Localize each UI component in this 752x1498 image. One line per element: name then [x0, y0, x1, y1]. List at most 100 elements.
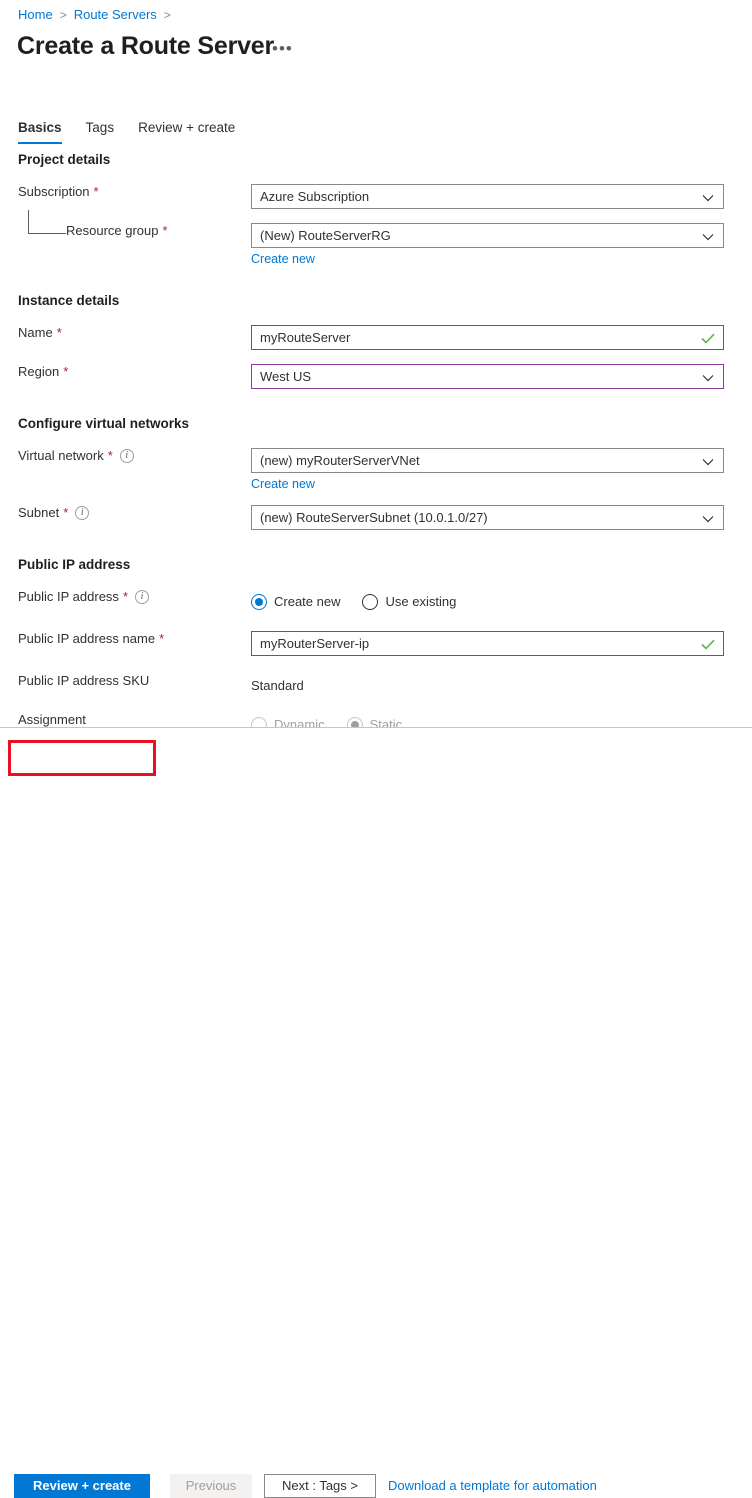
tab-tags[interactable]: Tags	[86, 120, 115, 144]
breadcrumb-item-home[interactable]: Home	[18, 7, 53, 23]
radio-dot	[251, 593, 267, 610]
required-marker: *	[122, 589, 128, 604]
virtual-network-create-new-link[interactable]: Create new	[251, 477, 315, 491]
public-ip-address-control: Create new Use existing	[251, 589, 724, 614]
tab-basics[interactable]: Basics	[18, 120, 62, 144]
name-value: myRouteServer	[260, 330, 351, 345]
required-marker: *	[93, 184, 99, 199]
page-title: Create a Route Server	[17, 32, 275, 60]
field-row-resource-group: Resource group * (New) RouteServerRG Cre…	[0, 210, 752, 266]
required-marker: *	[63, 364, 69, 379]
name-label: Name *	[0, 325, 251, 341]
more-options-icon[interactable]: •••	[272, 40, 293, 57]
public-ip-sku-control: Standard	[251, 673, 724, 698]
virtual-network-control: (new) myRouterServerVNet Create new	[251, 448, 724, 491]
resource-group-value: (New) RouteServerRG	[260, 228, 391, 243]
chevron-down-icon	[702, 365, 714, 388]
field-row-subscription: Subscription * Azure Subscription	[0, 184, 752, 209]
resource-group-dropdown[interactable]: (New) RouteServerRG	[251, 223, 724, 248]
subnet-label-text: Subnet	[18, 505, 60, 520]
public-ip-name-input[interactable]: myRouterServer-ip	[251, 631, 724, 656]
subnet-label: Subnet * i	[0, 505, 251, 521]
public-ip-name-control: myRouterServer-ip	[251, 631, 724, 656]
public-ip-name-value: myRouterServer-ip	[260, 636, 370, 651]
radio-create-new[interactable]: Create new	[251, 593, 340, 610]
subscription-control: Azure Subscription	[251, 184, 724, 209]
public-ip-address-label-text: Public IP address	[18, 589, 119, 604]
subnet-control: (new) RouteServerSubnet (10.0.1.0/27)	[251, 505, 724, 530]
breadcrumb-item-route-servers[interactable]: Route Servers	[74, 7, 157, 23]
tree-connector	[28, 210, 66, 234]
breadcrumb-separator-2: >	[163, 8, 171, 22]
virtual-network-label: Virtual network * i	[0, 448, 251, 464]
chevron-down-icon	[702, 224, 714, 247]
create-route-server-form: Project details Subscription * Azure Sub…	[0, 152, 752, 737]
public-ip-name-label: Public IP address name *	[0, 631, 251, 647]
region-value: West US	[260, 369, 312, 384]
review-create-button[interactable]: Review + create	[14, 1474, 150, 1498]
public-ip-address-label: Public IP address * i	[0, 589, 251, 605]
required-marker: *	[159, 631, 165, 646]
required-marker: *	[162, 223, 168, 238]
subnet-dropdown[interactable]: (new) RouteServerSubnet (10.0.1.0/27)	[251, 505, 724, 530]
section-heading-public-ip-address: Public IP address	[18, 557, 131, 572]
download-template-link[interactable]: Download a template for automation	[388, 1474, 597, 1498]
virtual-network-value: (new) myRouterServerVNet	[260, 453, 420, 468]
required-marker: *	[107, 448, 113, 463]
breadcrumb: Home > Route Servers >	[18, 7, 178, 23]
field-row-region: Region * West US	[0, 364, 752, 389]
subscription-dropdown[interactable]: Azure Subscription	[251, 184, 724, 209]
public-ip-sku-label-text: Public IP address SKU	[18, 673, 150, 688]
assignment-label-text: Assignment	[18, 712, 86, 727]
region-label-text: Region	[18, 364, 60, 379]
assignment-label: Assignment	[0, 712, 251, 728]
check-icon	[701, 326, 715, 349]
name-label-text: Name	[18, 325, 53, 340]
resource-group-label: Resource group *	[0, 210, 251, 239]
name-input[interactable]: myRouteServer	[251, 325, 724, 350]
resource-group-label-text: Resource group	[66, 223, 159, 238]
check-icon	[701, 632, 715, 655]
public-ip-name-label-text: Public IP address name	[18, 631, 156, 646]
subscription-label-text: Subscription	[18, 184, 90, 199]
resource-group-control: (New) RouteServerRG Create new	[251, 223, 724, 266]
section-heading-project-details: Project details	[18, 152, 111, 167]
field-row-virtual-network: Virtual network * i (new) myRouterServer…	[0, 448, 752, 491]
field-row-subnet: Subnet * i (new) RouteServerSubnet (10.0…	[0, 505, 752, 530]
section-heading-instance-details: Instance details	[18, 293, 120, 308]
virtual-network-label-text: Virtual network	[18, 448, 104, 463]
public-ip-sku-value: Standard	[251, 678, 304, 693]
chevron-down-icon	[702, 449, 714, 472]
required-marker: *	[63, 505, 69, 520]
region-dropdown[interactable]: West US	[251, 364, 724, 389]
wizard-footer: Review + create Previous Next : Tags > D…	[0, 728, 752, 1498]
previous-button: Previous	[170, 1474, 252, 1498]
virtual-network-dropdown[interactable]: (new) myRouterServerVNet	[251, 448, 724, 473]
breadcrumb-separator: >	[59, 8, 67, 22]
field-row-name: Name * myRouteServer	[0, 325, 752, 350]
chevron-down-icon	[702, 185, 714, 208]
region-label: Region *	[0, 364, 251, 380]
info-icon[interactable]: i	[135, 590, 149, 604]
field-row-public-ip-sku: Public IP address SKU Standard	[0, 673, 752, 698]
public-ip-address-radio-group: Create new Use existing	[251, 589, 724, 614]
subscription-value: Azure Subscription	[260, 189, 370, 204]
tab-review-create[interactable]: Review + create	[138, 120, 235, 144]
chevron-down-icon	[702, 506, 714, 529]
field-row-public-ip-address: Public IP address * i Create new Use exi…	[0, 589, 752, 614]
public-ip-sku-label: Public IP address SKU	[0, 673, 251, 689]
radio-use-existing[interactable]: Use existing	[362, 593, 457, 610]
resource-group-create-new-link[interactable]: Create new	[251, 252, 315, 266]
next-tags-button[interactable]: Next : Tags >	[264, 1474, 376, 1498]
name-control: myRouteServer	[251, 325, 724, 350]
info-icon[interactable]: i	[119, 449, 134, 463]
radio-dot	[362, 593, 379, 610]
subscription-label: Subscription *	[0, 184, 251, 200]
info-icon[interactable]: i	[75, 506, 90, 520]
radio-use-existing-label: Use existing	[385, 594, 457, 609]
subnet-value: (new) RouteServerSubnet (10.0.1.0/27)	[260, 510, 488, 525]
region-control: West US	[251, 364, 724, 389]
required-marker: *	[56, 325, 62, 340]
wizard-tabs: Basics Tags Review + create	[18, 116, 259, 144]
field-row-public-ip-name: Public IP address name * myRouterServer-…	[0, 631, 752, 656]
